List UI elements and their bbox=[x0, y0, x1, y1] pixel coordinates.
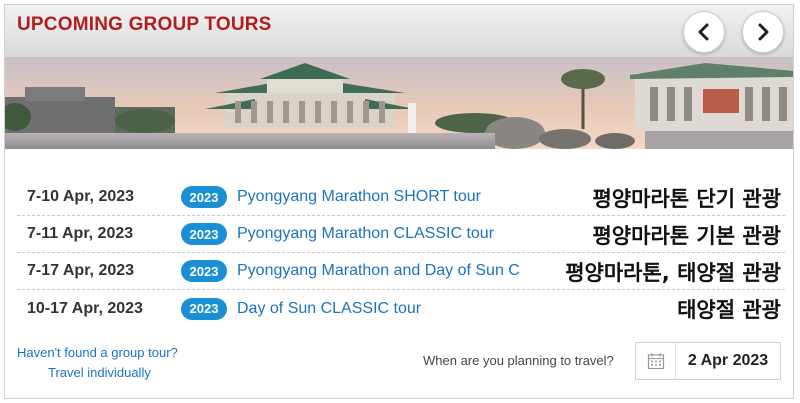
chevron-right-icon bbox=[758, 23, 769, 41]
tour-row[interactable]: 7-17 Apr, 2023 2023 Pyongyang Marathon a… bbox=[17, 253, 785, 290]
tour-link[interactable]: Pyongyang Marathon and Day of Sun C bbox=[237, 262, 520, 280]
korean-label: 평양마라톤 기본 관광 bbox=[588, 218, 785, 252]
page-title: UPCOMING GROUP TOURS bbox=[17, 14, 272, 35]
plan-label: When are you planning to travel? bbox=[423, 353, 614, 368]
tour-dates: 7-11 Apr, 2023 bbox=[27, 225, 134, 242]
year-badge: 2023 bbox=[181, 297, 227, 320]
tour-dates: 7-10 Apr, 2023 bbox=[27, 188, 135, 205]
korean-label: 평양마라톤, 태양절 관광 bbox=[561, 255, 785, 289]
year-badge: 2023 bbox=[181, 186, 227, 208]
widget-header: UPCOMING GROUP TOURS bbox=[5, 5, 793, 57]
tour-row[interactable]: 10-17 Apr, 2023 2023 Day of Sun CLASSIC … bbox=[17, 290, 785, 327]
tour-link[interactable]: Pyongyang Marathon CLASSIC tour bbox=[237, 225, 494, 243]
calendar-icon bbox=[636, 343, 676, 379]
next-button[interactable] bbox=[742, 11, 784, 53]
korean-label: 평양마라톤 단기 관광 bbox=[588, 181, 785, 215]
tour-dates: 10-17 Apr, 2023 bbox=[27, 299, 143, 317]
tour-link[interactable]: Pyongyang Marathon SHORT tour bbox=[237, 188, 481, 206]
travel-date-picker[interactable]: 2 Apr 2023 bbox=[635, 342, 781, 380]
tour-dates: 7-17 Apr, 2023 bbox=[27, 262, 135, 279]
year-badge: 2023 bbox=[181, 260, 227, 282]
group-tours-widget: UPCOMING GROUP TOURS 7-10 Apr, 2023 2023… bbox=[4, 4, 794, 399]
tour-row[interactable]: 7-11 Apr, 2023 2023 Pyongyang Marathon C… bbox=[17, 216, 785, 253]
travel-individually-link[interactable]: Travel individually bbox=[48, 365, 151, 380]
tour-link[interactable]: Day of Sun CLASSIC tour bbox=[237, 300, 421, 318]
not-found-link[interactable]: Haven't found a group tour? bbox=[17, 345, 178, 360]
banner-image bbox=[5, 57, 793, 149]
korean-label: 태양절 관광 bbox=[673, 292, 785, 326]
travel-date-value: 2 Apr 2023 bbox=[687, 352, 769, 369]
previous-button[interactable] bbox=[683, 11, 725, 53]
year-badge: 2023 bbox=[181, 223, 227, 245]
tour-list: 7-10 Apr, 2023 2023 Pyongyang Marathon S… bbox=[17, 179, 785, 327]
chevron-left-icon bbox=[698, 23, 709, 41]
tour-row[interactable]: 7-10 Apr, 2023 2023 Pyongyang Marathon S… bbox=[17, 179, 785, 216]
